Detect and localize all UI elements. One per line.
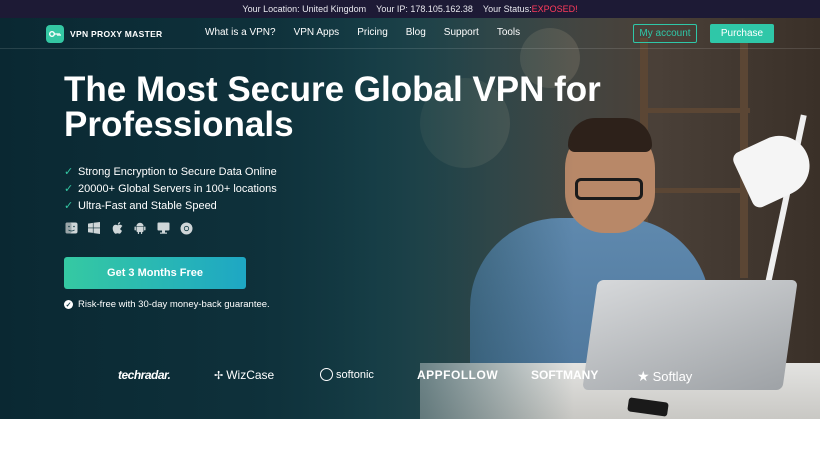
- press-logo-text: softonic: [336, 368, 374, 381]
- status-text: Your Status:EXPOSED!: [483, 4, 578, 14]
- main-nav: VPN PROXY MASTER What is a VPN? VPN Apps…: [0, 18, 820, 49]
- hero-headline: The Most Secure Global VPN for Professio…: [64, 70, 601, 144]
- windows-icon[interactable]: [87, 221, 101, 235]
- feature-text: Ultra-Fast and Stable Speed: [78, 199, 217, 212]
- press-logos: techradar. ✢ WizCase softonic APPFOLLOW …: [118, 368, 718, 386]
- android-icon[interactable]: [133, 221, 147, 235]
- status-value: EXPOSED!: [531, 4, 578, 14]
- wizcase-spark-icon: ✢: [214, 369, 224, 382]
- check-icon: ✓: [64, 200, 74, 212]
- hero-section: VPN PROXY MASTER What is a VPN? VPN Apps…: [0, 18, 820, 419]
- desktop-icon[interactable]: [156, 221, 170, 235]
- press-logo-appfollow: APPFOLLOW: [417, 368, 498, 382]
- check-icon: ✓: [64, 183, 74, 195]
- feature-item: ✓ Ultra-Fast and Stable Speed: [64, 197, 277, 214]
- nav-item-what-is-vpn[interactable]: What is a VPN?: [205, 27, 276, 38]
- my-account-button[interactable]: My account: [633, 24, 697, 43]
- nav-item-tools[interactable]: Tools: [497, 27, 520, 38]
- nav-item-support[interactable]: Support: [444, 27, 479, 38]
- press-logo-softmany: SOFTMANY: [531, 368, 598, 382]
- feature-item: ✓ 20000+ Global Servers in 100+ location…: [64, 180, 277, 197]
- nav-item-pricing[interactable]: Pricing: [357, 27, 388, 38]
- press-logo-text: WizCase: [226, 368, 275, 382]
- get-free-months-button[interactable]: Get 3 Months Free: [64, 257, 246, 289]
- macos-finder-icon[interactable]: [64, 221, 78, 235]
- feature-text: 20000+ Global Servers in 100+ locations: [78, 182, 277, 195]
- brand-logo[interactable]: VPN PROXY MASTER: [46, 25, 163, 43]
- chrome-icon[interactable]: [179, 221, 193, 235]
- nav-item-blog[interactable]: Blog: [406, 27, 426, 38]
- press-logo-softonic: softonic: [320, 368, 374, 381]
- press-logo-softlay: ★ Softlay: [637, 368, 692, 385]
- press-logo-text: techradar.: [118, 368, 171, 382]
- nav-item-vpn-apps[interactable]: VPN Apps: [294, 27, 340, 38]
- apple-icon[interactable]: [110, 221, 124, 235]
- guarantee-note: ✓ Risk-free with 30-day money-back guara…: [64, 299, 270, 310]
- purchase-button[interactable]: Purchase: [710, 24, 774, 43]
- check-circle-icon: ✓: [64, 300, 73, 309]
- press-logo-text: APPFOLLOW: [417, 368, 499, 382]
- feature-item: ✓ Strong Encryption to Secure Data Onlin…: [64, 163, 277, 180]
- ip-text: Your IP: 178.105.162.38: [376, 4, 473, 14]
- press-logo-techradar: techradar.: [118, 368, 171, 382]
- feature-list: ✓ Strong Encryption to Secure Data Onlin…: [64, 163, 277, 214]
- brand-name: VPN PROXY MASTER: [70, 29, 163, 39]
- nav-menu: What is a VPN? VPN Apps Pricing Blog Sup…: [205, 27, 520, 38]
- status-label: Your Status:: [482, 4, 532, 14]
- star-icon: ★: [637, 368, 650, 384]
- logo-key-icon: [46, 25, 64, 43]
- status-bar: Your Location: United Kingdom Your IP: 1…: [0, 0, 820, 18]
- check-icon: ✓: [64, 166, 74, 178]
- press-logo-text: SOFTMANY: [531, 368, 599, 382]
- location-text: Your Location: United Kingdom: [242, 4, 367, 14]
- softonic-icon: [320, 368, 333, 381]
- platform-icons: [64, 221, 193, 235]
- guarantee-text: Risk-free with 30-day money-back guarant…: [78, 299, 270, 310]
- feature-text: Strong Encryption to Secure Data Online: [78, 165, 277, 178]
- press-logo-text: Softlay: [652, 369, 693, 384]
- press-logo-wizcase: ✢ WizCase: [214, 368, 274, 382]
